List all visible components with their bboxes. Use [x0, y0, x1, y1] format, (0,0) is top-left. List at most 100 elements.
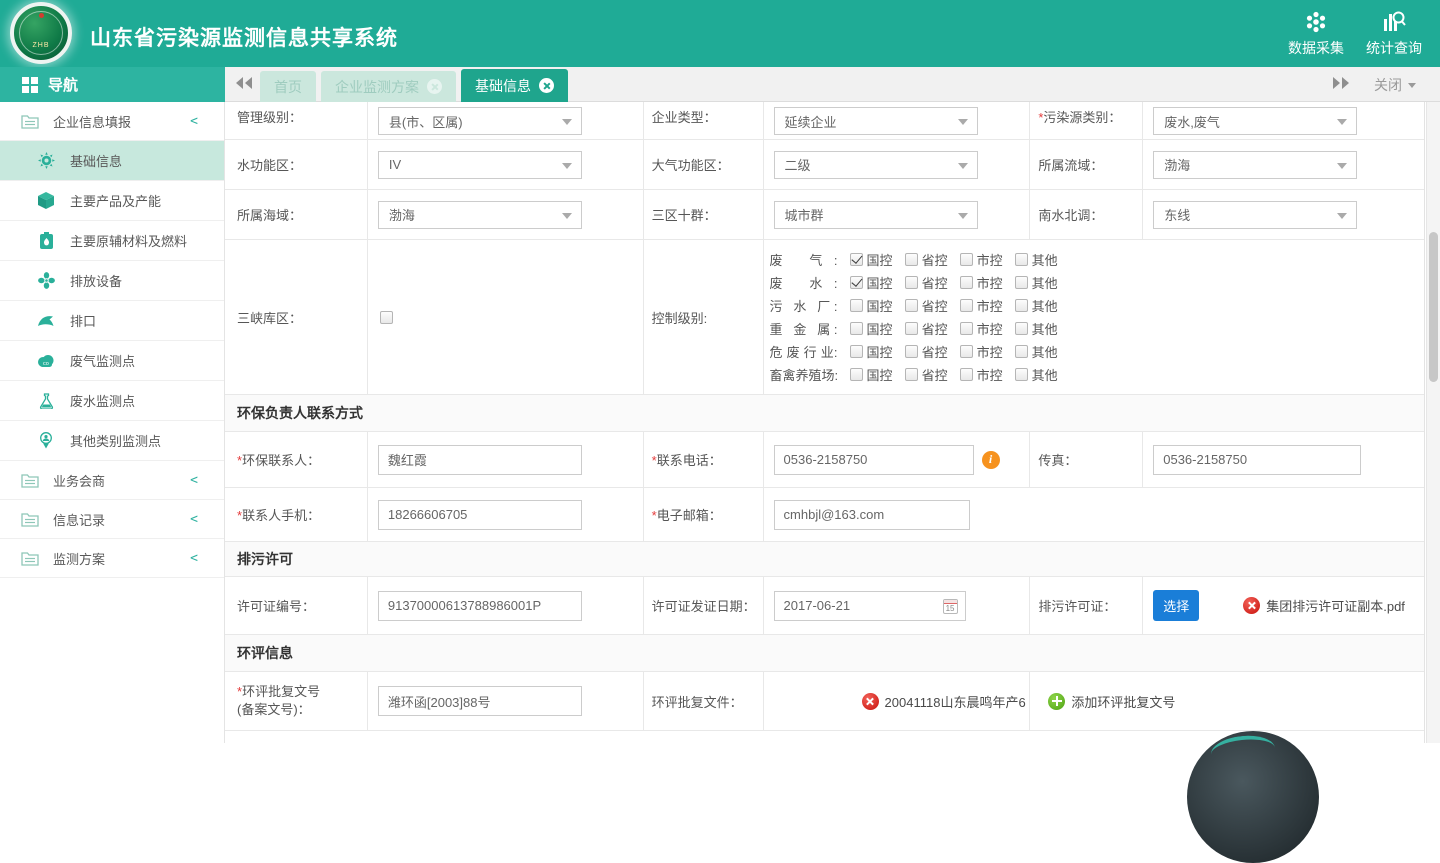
folder-icon [20, 473, 40, 488]
checkbox[interactable] [905, 299, 918, 312]
sidebar-item-products[interactable]: 主要产品及产能 [0, 181, 224, 221]
header-action-data-collection[interactable]: 数据采集 [1280, 8, 1352, 58]
permit-number-input[interactable] [378, 591, 582, 621]
river-basin-select[interactable]: 渤海 [1153, 151, 1357, 179]
checkbox[interactable] [1015, 322, 1028, 335]
checkbox[interactable] [1015, 345, 1028, 358]
checkbox[interactable] [960, 345, 973, 358]
checkbox[interactable] [850, 368, 863, 381]
tabs-scroll-left-button[interactable] [235, 76, 255, 92]
sidebar: 企业信息填报 < 基础信息 主要产品及产能 主要原辅材料及燃料 排放设备 排口 … [0, 102, 225, 743]
field-label: 所属海域： [225, 205, 302, 224]
scrollbar-thumb[interactable] [1429, 232, 1438, 382]
flask-icon [36, 393, 56, 409]
field-label: 大气功能区： [644, 155, 730, 174]
permit-file-name[interactable]: 集团排污许可证副本.pdf [1266, 596, 1405, 615]
control-level-row-waste-water: 废 水: 国控 省控 市控 其他 [764, 271, 1058, 294]
close-tab-icon[interactable] [539, 78, 554, 93]
fax-input[interactable] [1153, 445, 1361, 475]
checkbox[interactable] [850, 299, 863, 312]
control-level-row-sewage-plant: 污 水 厂: 国控 省控 市控 其他 [764, 294, 1058, 317]
water-function-select[interactable]: IV [378, 151, 582, 179]
calendar-icon[interactable]: 15 [943, 599, 958, 614]
field-label: 南水北调： [1030, 205, 1103, 224]
close-menu-button[interactable]: 关闭 [1374, 75, 1416, 95]
caret-down-icon [958, 213, 968, 219]
eia-file-name[interactable]: 20041118山东晨鸣年产6 [885, 692, 1026, 711]
checkbox[interactable] [850, 253, 863, 266]
checkbox[interactable] [960, 322, 973, 335]
floating-ball[interactable] [1187, 731, 1319, 863]
contact-phone-input[interactable] [774, 445, 974, 475]
vertical-scrollbar[interactable] [1426, 102, 1440, 743]
caret-down-icon [1337, 163, 1347, 169]
logo-dot [39, 13, 44, 18]
checkbox[interactable] [905, 253, 918, 266]
add-eia-number-link[interactable]: 添加环评批复文号 [1071, 692, 1175, 711]
three-gorges-checkbox[interactable] [380, 311, 393, 324]
close-tab-icon[interactable] [427, 79, 442, 94]
sea-area-select[interactable]: 渤海 [378, 201, 582, 229]
checkbox[interactable] [905, 345, 918, 358]
field-label: 传真： [1030, 450, 1077, 469]
tab-home[interactable]: 首页 [260, 71, 316, 102]
checkbox[interactable] [1015, 253, 1028, 266]
sidebar-item-waste-water-points[interactable]: 废水监测点 [0, 381, 224, 421]
pollution-source-type-select[interactable]: 废水,废气 [1153, 107, 1357, 135]
tabs-scroll-right-button[interactable] [1332, 76, 1352, 92]
field-label: 控制级别: [644, 308, 708, 327]
checkbox[interactable] [960, 368, 973, 381]
air-function-select[interactable]: 二级 [774, 151, 978, 179]
tab-enterprise-monitor-plan[interactable]: 企业监测方案 [321, 71, 456, 102]
three-zones-select[interactable]: 城市群 [774, 201, 978, 229]
checkbox[interactable] [960, 299, 973, 312]
checkbox[interactable] [960, 253, 973, 266]
tab-basic-info[interactable]: 基础信息 [461, 69, 568, 102]
choose-file-button[interactable]: 选择 [1153, 590, 1199, 621]
delete-file-icon[interactable] [1243, 597, 1260, 614]
field-label: 三区十群： [644, 205, 717, 224]
sidebar-item-enterprise-info[interactable]: 企业信息填报 < [0, 102, 224, 141]
sidebar-item-waste-gas-points[interactable]: co 废气监测点 [0, 341, 224, 381]
sidebar-item-materials[interactable]: 主要原辅材料及燃料 [0, 221, 224, 261]
checkbox[interactable] [1015, 368, 1028, 381]
sidebar-item-info-records[interactable]: 信息记录 < [0, 500, 224, 539]
checkbox[interactable] [1015, 276, 1028, 289]
permit-issue-date-input[interactable] [774, 591, 966, 621]
sidebar-item-business-consult[interactable]: 业务会商 < [0, 461, 224, 500]
admin-level-select[interactable]: 县(市、区属) [378, 107, 582, 135]
field-label: 水功能区： [225, 155, 302, 174]
delete-file-icon[interactable] [862, 693, 879, 710]
sidebar-item-basic-info[interactable]: 基础信息 [0, 141, 224, 181]
checkbox[interactable] [850, 322, 863, 335]
checkbox[interactable] [905, 368, 918, 381]
add-icon[interactable] [1048, 693, 1065, 710]
field-label: *环保联系人： [225, 450, 320, 469]
caret-down-icon [1337, 213, 1347, 219]
enterprise-type-select[interactable]: 延续企业 [774, 107, 978, 135]
contact-person-input[interactable] [378, 445, 582, 475]
checkbox[interactable] [1015, 299, 1028, 312]
sidebar-item-outlets[interactable]: 排口 [0, 301, 224, 341]
caret-down-icon [562, 213, 572, 219]
checkbox[interactable] [850, 345, 863, 358]
water-outlet-icon [36, 314, 56, 328]
sidebar-item-monitor-plan[interactable]: 监测方案 < [0, 539, 224, 578]
sidebar-item-other-points[interactable]: 其他类别监测点 [0, 421, 224, 461]
field-label: 环评批复文件： [644, 692, 743, 711]
header-action-stats-query[interactable]: 统计查询 [1358, 8, 1430, 58]
checkbox[interactable] [850, 276, 863, 289]
email-input[interactable] [774, 500, 970, 530]
checkbox[interactable] [905, 322, 918, 335]
app-header: ZHB 山东省污染源监测信息共享系统 数据采集 统计查询 [0, 0, 1440, 67]
south-north-water-select[interactable]: 东线 [1153, 201, 1357, 229]
contact-mobile-input[interactable] [378, 500, 582, 530]
eia-approval-number-input[interactable] [378, 686, 582, 716]
checkbox[interactable] [960, 276, 973, 289]
sidebar-item-emission-equipment[interactable]: 排放设备 [0, 261, 224, 301]
folder-icon [20, 114, 40, 129]
checkbox[interactable] [905, 276, 918, 289]
field-label: 许可证发证日期： [644, 596, 756, 615]
field-label: 三峡库区： [225, 308, 302, 327]
field-label: *电子邮箱： [644, 505, 722, 524]
